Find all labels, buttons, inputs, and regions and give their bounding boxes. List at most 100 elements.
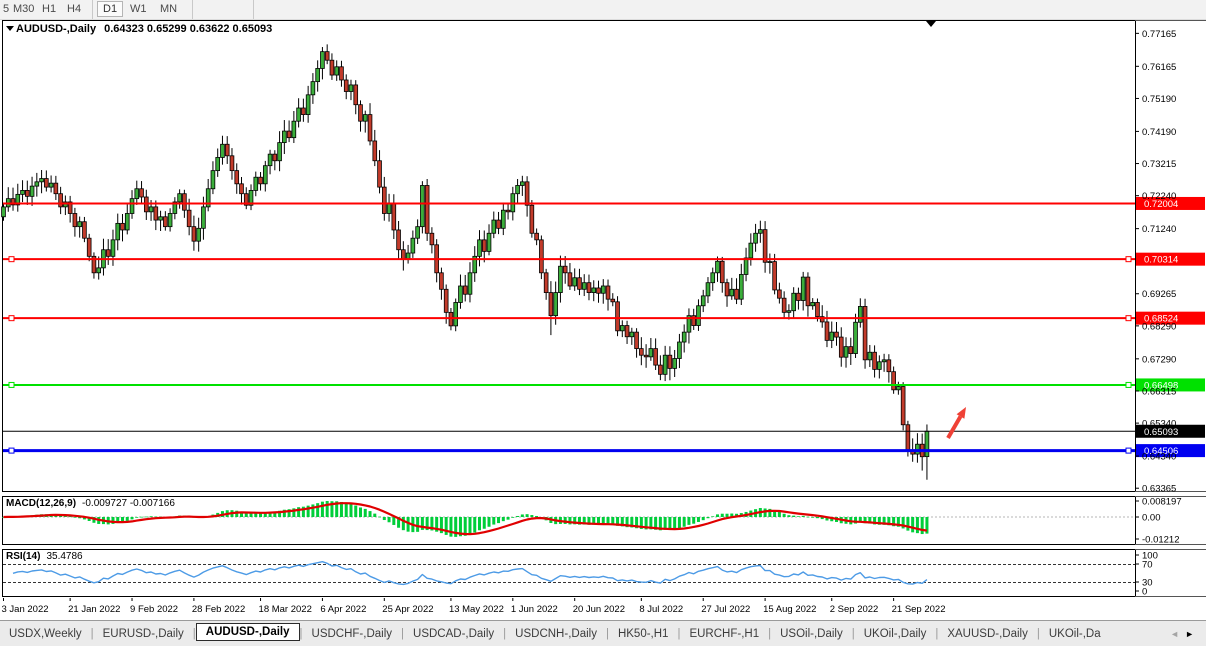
rsi-indicator-label: RSI(14)35.4786 bbox=[6, 551, 83, 562]
line-handle[interactable] bbox=[1126, 448, 1131, 453]
candle-body-up bbox=[592, 288, 596, 293]
candle-body-down bbox=[692, 316, 696, 326]
macd-histogram-bar bbox=[702, 517, 705, 520]
candle-body-up bbox=[297, 108, 301, 121]
candle-body-up bbox=[97, 268, 101, 273]
macd-histogram-bar bbox=[497, 517, 500, 523]
macd-histogram-bar bbox=[726, 514, 729, 517]
candle-body-down bbox=[330, 60, 334, 75]
line-handle[interactable] bbox=[9, 316, 14, 321]
candle-body-down bbox=[401, 250, 405, 260]
candle-body-up bbox=[292, 121, 296, 137]
macd-histogram-bar bbox=[697, 517, 700, 522]
macd-histogram-bar bbox=[721, 514, 724, 517]
candle-body-down bbox=[873, 352, 877, 369]
macd-histogram-bar bbox=[311, 504, 314, 517]
tab-eurusd-daily[interactable]: EURUSD-,Daily bbox=[94, 628, 193, 640]
symbol-dropdown-icon[interactable] bbox=[6, 26, 14, 31]
macd-histogram-bar bbox=[126, 517, 129, 521]
candle-body-up bbox=[582, 283, 586, 290]
tab-usoil-daily[interactable]: USOil-,Daily bbox=[771, 628, 852, 640]
chart-canvas[interactable]: 0.720040.703140.685240.664980.650930.645… bbox=[0, 0, 1206, 646]
candle-body-up bbox=[111, 240, 115, 256]
tab-ukoil-da[interactable]: UKOil-,Da bbox=[1040, 628, 1110, 640]
candle-body-down bbox=[544, 273, 548, 293]
line-handle[interactable] bbox=[9, 257, 14, 262]
rsi-pane-border bbox=[3, 550, 1136, 597]
timeframe-button-h4[interactable]: H4 bbox=[67, 3, 81, 16]
candle-body-up bbox=[787, 311, 791, 313]
timeframe-button-m30[interactable]: M30 bbox=[13, 3, 34, 16]
rsi-name: RSI(14) bbox=[6, 551, 40, 562]
candle-body-down bbox=[392, 204, 396, 230]
tab-usdcnh-daily[interactable]: USDCNH-,Daily bbox=[506, 628, 606, 640]
candle-body-up bbox=[420, 185, 424, 226]
candle-body-down bbox=[382, 187, 386, 213]
candle-body-down bbox=[440, 273, 444, 289]
tab-usdx-weekly[interactable]: USDX,Weekly bbox=[0, 628, 91, 640]
candle-body-up bbox=[135, 189, 139, 199]
tab-usdchf-daily[interactable]: USDCHF-,Daily bbox=[303, 628, 402, 640]
timeframe-button-m5[interactable]: 5 bbox=[3, 3, 9, 16]
line-handle[interactable] bbox=[9, 448, 14, 453]
price-tick-label: 0.64340 bbox=[1142, 452, 1176, 463]
tab-eurchf-h1[interactable]: EURCHF-,H1 bbox=[680, 628, 768, 640]
macd-histogram-bar bbox=[906, 517, 909, 531]
rsi-axis-label: 70 bbox=[1142, 560, 1153, 571]
line-handle[interactable] bbox=[9, 382, 14, 387]
tab-audusd-daily[interactable]: AUDUSD-,Daily bbox=[196, 623, 300, 641]
candle-body-up bbox=[701, 296, 705, 306]
candle-body-up bbox=[758, 230, 762, 234]
candle-body-up bbox=[706, 283, 710, 296]
candle-body-down bbox=[606, 286, 610, 299]
candle-body-down bbox=[839, 337, 843, 357]
tab-hk50-h1[interactable]: HK50-,H1 bbox=[609, 628, 678, 640]
candle-body-up bbox=[454, 302, 458, 325]
timeframe-button-mn[interactable]: MN bbox=[160, 3, 177, 16]
macd-histogram-bar bbox=[502, 517, 505, 521]
date-label: 9 Feb 2022 bbox=[130, 604, 178, 615]
macd-histogram-bar bbox=[530, 515, 533, 517]
tab-xauusd-daily[interactable]: XAUUSD-,Daily bbox=[938, 628, 1037, 640]
macd-histogram-bar bbox=[516, 516, 519, 517]
line-handle[interactable] bbox=[1126, 316, 1131, 321]
trend-arrow-shaft[interactable] bbox=[948, 417, 960, 438]
candle-body-up bbox=[2, 207, 6, 217]
candle-body-down bbox=[863, 306, 867, 359]
tabs-scroll-left-icon[interactable]: ◄ bbox=[1170, 629, 1185, 639]
tab-ukoil-daily[interactable]: UKOil-,Daily bbox=[855, 628, 936, 640]
candle-body-up bbox=[678, 342, 682, 358]
date-label: 25 Apr 2022 bbox=[382, 604, 433, 615]
date-label: 13 May 2022 bbox=[449, 604, 504, 615]
timeframe-button-d1[interactable]: D1 bbox=[97, 1, 123, 17]
macd-histogram-bar bbox=[683, 517, 686, 527]
candle-body-down bbox=[816, 302, 820, 316]
macd-histogram-bar bbox=[478, 517, 481, 530]
price-tick-label: 0.74190 bbox=[1142, 127, 1176, 138]
candle-body-down bbox=[587, 283, 591, 293]
macd-histogram-bar bbox=[135, 517, 138, 518]
line-handle[interactable] bbox=[1126, 382, 1131, 387]
candle-body-down bbox=[578, 278, 582, 290]
candle-body-up bbox=[501, 210, 505, 228]
candle-body-up bbox=[263, 166, 267, 184]
candle-body-up bbox=[697, 306, 701, 326]
date-label: 8 Jul 2022 bbox=[639, 604, 683, 615]
candle-body-down bbox=[806, 277, 810, 306]
line-handle[interactable] bbox=[1126, 257, 1131, 262]
timeframe-button-w1[interactable]: W1 bbox=[130, 3, 147, 16]
timeframe-button-h1[interactable]: H1 bbox=[42, 3, 56, 16]
tabs-scroll-right-icon[interactable]: ► bbox=[1185, 629, 1200, 639]
candle-body-up bbox=[882, 360, 886, 362]
chart-shift-marker-icon[interactable] bbox=[926, 21, 936, 27]
candle-body-down bbox=[192, 227, 196, 242]
tab-usdcad-daily[interactable]: USDCAD-,Daily bbox=[404, 628, 503, 640]
candle-body-down bbox=[354, 85, 358, 105]
candle-body-up bbox=[630, 332, 634, 337]
candle-body-down bbox=[273, 154, 277, 161]
candle-body-up bbox=[854, 322, 858, 353]
candle-body-down bbox=[430, 233, 434, 245]
candle-body-up bbox=[411, 238, 415, 253]
candle-body-up bbox=[30, 186, 34, 196]
candle-body-down bbox=[597, 288, 601, 293]
